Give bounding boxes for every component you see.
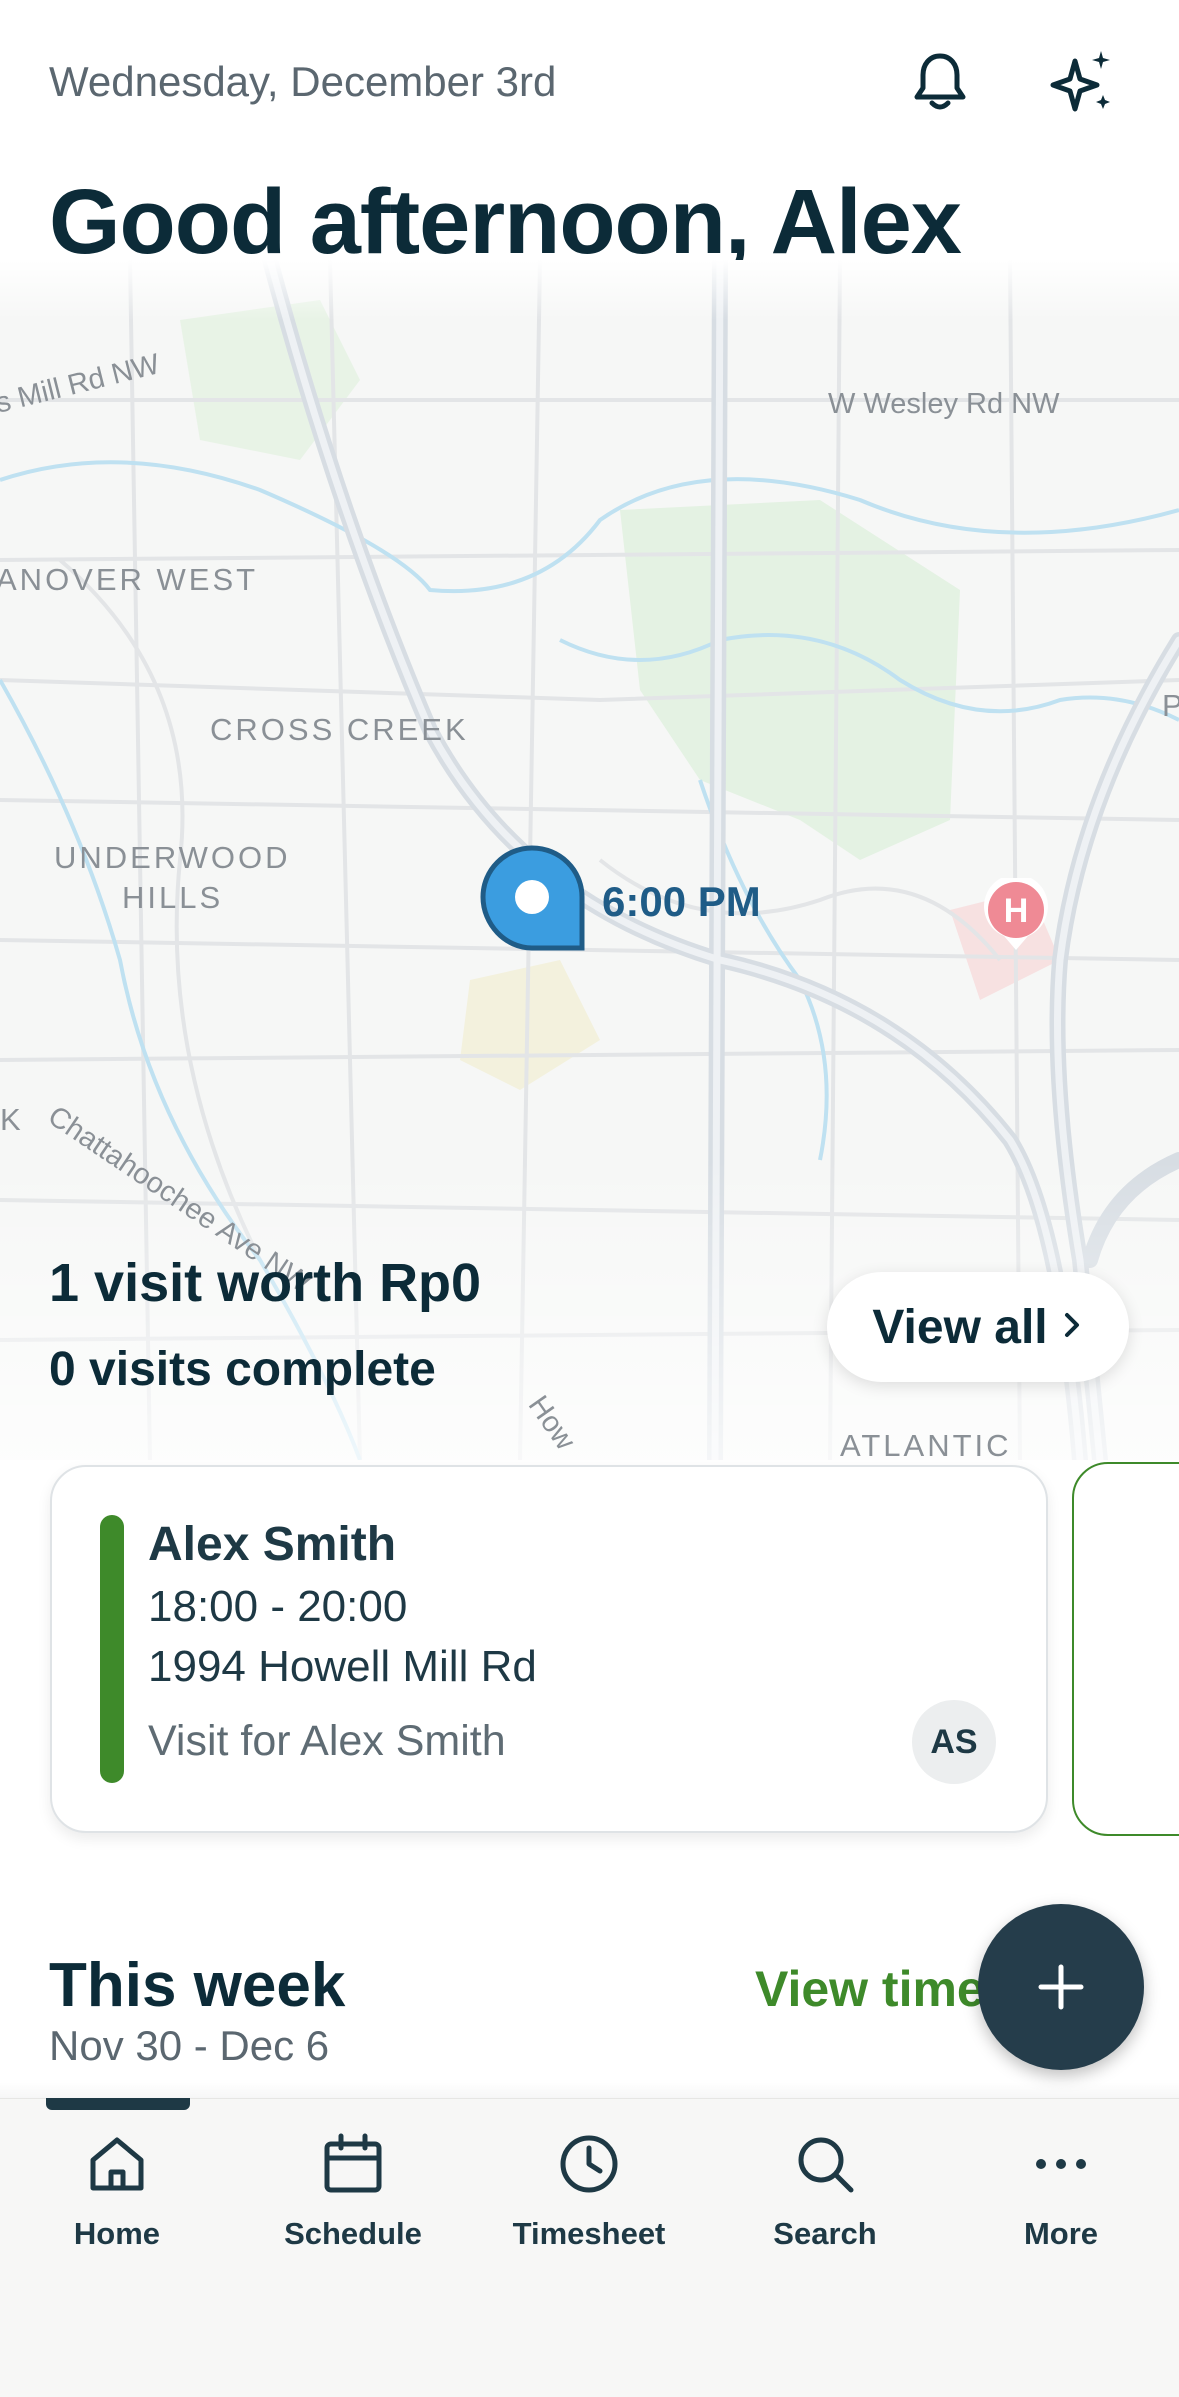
home-icon (90, 2137, 144, 2191)
nav-label: More (1023, 2216, 1099, 2251)
clock-icon (560, 2135, 618, 2193)
visits-complete-label: 0 visits complete (49, 1343, 436, 1396)
visits-worth-label: 1 visit worth Rp0 (49, 1253, 482, 1313)
area-label: CROSS CREEK (210, 712, 469, 747)
visit-description: Visit for Alex Smith (148, 1717, 506, 1765)
nav-label: Home (73, 2216, 161, 2251)
area-label: HILLS (122, 880, 224, 915)
location-pin-icon[interactable] (480, 845, 585, 951)
bell-icon[interactable] (905, 48, 975, 118)
visit-client-name: Alex Smith (148, 1518, 397, 1571)
visit-status-bar (100, 1515, 124, 1783)
nav-item-schedule[interactable]: Schedule (253, 2130, 453, 2252)
nav-active-indicator (46, 2098, 190, 2110)
nav-item-timesheet[interactable]: Timesheet (489, 2130, 689, 2252)
hospital-letter: H (1004, 892, 1029, 930)
nav-label: Timesheet (512, 2216, 666, 2251)
area-label: P (1162, 688, 1179, 723)
nav-label: Schedule (284, 2216, 422, 2251)
nav-item-home[interactable]: Home (17, 2130, 217, 2252)
chevron-right-icon (1062, 1310, 1084, 1345)
area-label: ANOVER WEST (0, 562, 259, 597)
visit-address: 1994 Howell Mill Rd (148, 1642, 537, 1691)
nav-item-more[interactable]: More (961, 2130, 1161, 2252)
area-label: K (0, 1102, 24, 1137)
calendar-icon (324, 2133, 382, 2193)
nav-label: Search (773, 2216, 877, 2251)
area-label: ATLANTIC (840, 1428, 1012, 1460)
pin-time-label: 6:00 PM (602, 878, 761, 925)
nav-item-search[interactable]: Search (725, 2130, 925, 2252)
more-icon (1036, 2159, 1086, 2169)
add-button[interactable] (978, 1904, 1144, 2070)
avatar: AS (912, 1700, 996, 1784)
week-range: Nov 30 - Dec 6 (49, 2022, 330, 2069)
plus-icon (1038, 1964, 1084, 2010)
street-label: W Wesley Rd NW (828, 388, 1060, 420)
search-icon (798, 2137, 854, 2193)
hospital-icon: H (982, 874, 1050, 954)
visit-time: 18:00 - 20:00 (148, 1582, 408, 1631)
view-timesheet-link[interactable]: View time (755, 1960, 985, 2018)
visit-card[interactable]: Alex Smith 18:00 - 20:00 1994 Howell Mil… (50, 1465, 1048, 1833)
next-visit-card[interactable] (1072, 1462, 1179, 1836)
week-title: This week (49, 1951, 346, 2020)
area-label: UNDERWOOD (54, 840, 291, 875)
sparkle-icon[interactable] (1045, 45, 1121, 121)
view-all-button[interactable]: View all (827, 1272, 1129, 1382)
date-label: Wednesday, December 3rd (49, 58, 557, 105)
view-all-label: View all (872, 1300, 1048, 1354)
